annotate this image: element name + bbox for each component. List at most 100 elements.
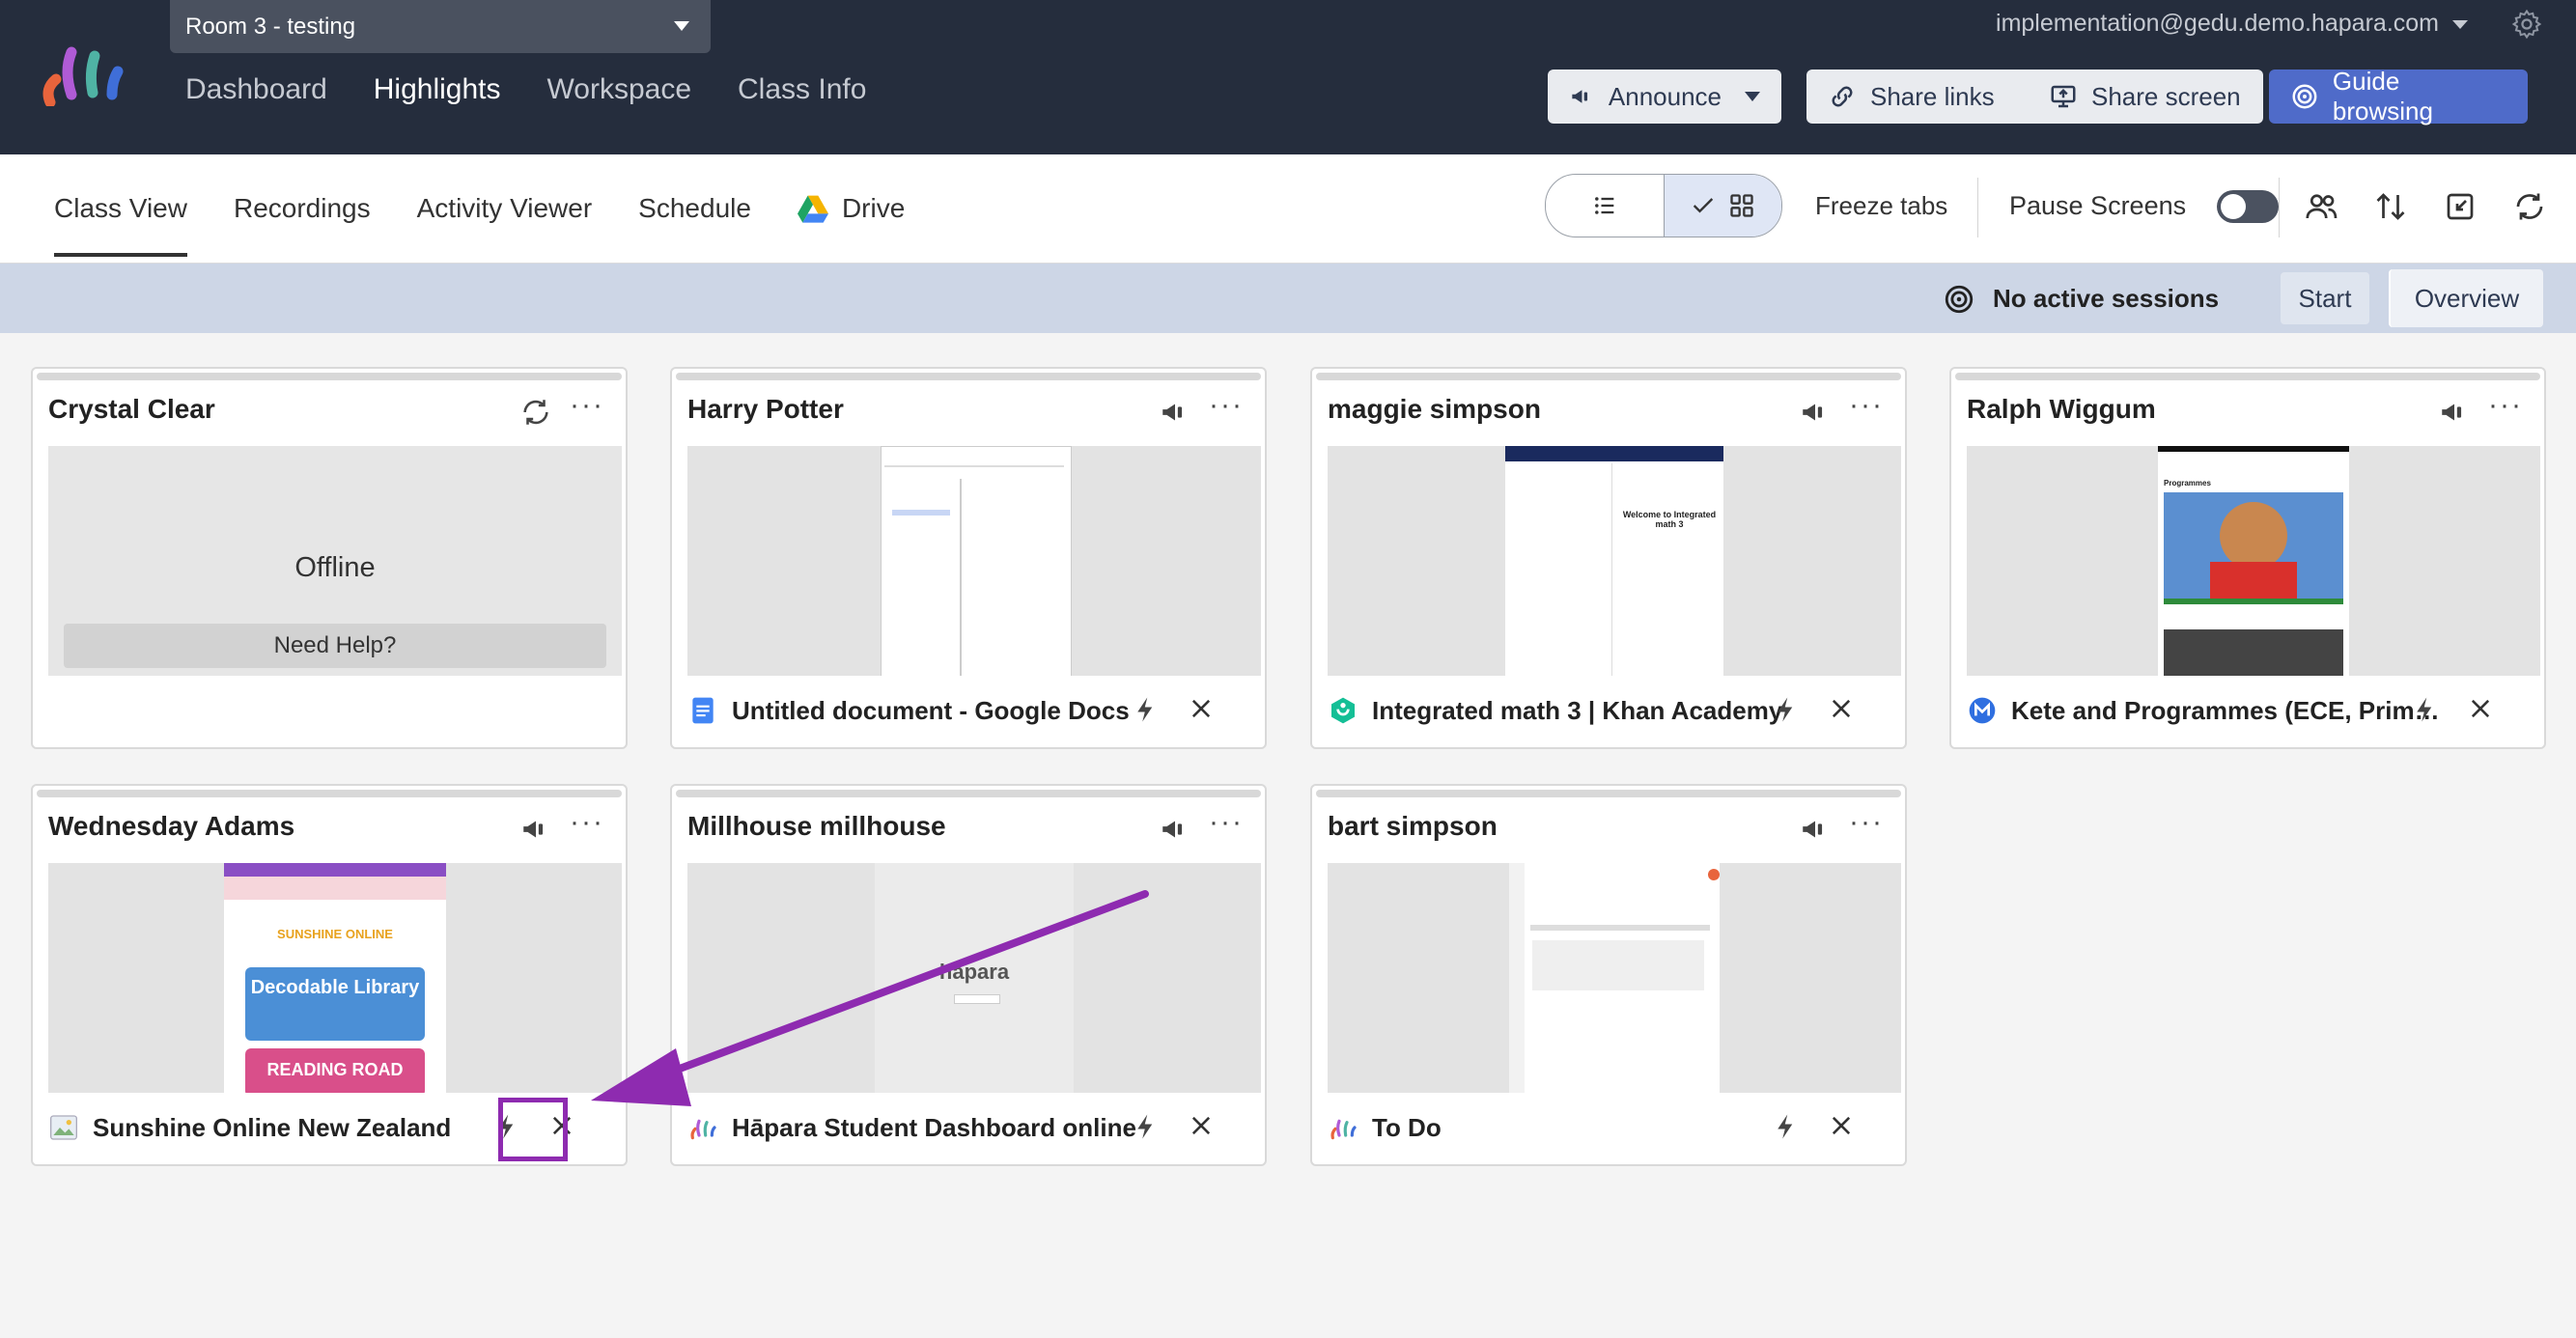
lightning-bolt-icon[interactable] [2411, 695, 2440, 724]
sessions-status: No active sessions [1945, 284, 2220, 314]
lightning-bolt-icon[interactable] [1772, 1112, 1801, 1141]
active-tab: Integrated math 3 | Khan Academy [1328, 691, 1890, 730]
more-options-icon[interactable]: ··· [1849, 391, 1884, 420]
announce-button[interactable]: Announce [1548, 70, 1781, 124]
megaphone-icon[interactable] [1799, 813, 1832, 846]
sessions-status-label: No active sessions [1993, 284, 2220, 313]
refresh-icon[interactable] [2512, 189, 2547, 224]
tab-recordings[interactable]: Recordings [234, 193, 371, 224]
tab-title: Kete and Programmes (ECE, Primary) [2011, 695, 2446, 725]
close-icon[interactable] [1188, 695, 1215, 722]
main-nav: Dashboard Highlights Workspace Class Inf… [185, 73, 866, 106]
need-help-button[interactable]: Need Help? [64, 624, 606, 668]
hapara-logo-icon[interactable] [42, 46, 129, 106]
class-selector[interactable]: Room 3 - testing [170, 0, 711, 53]
pause-screens-label: Pause Screens [2009, 191, 2187, 220]
screen-thumbnail[interactable]: Welcome to Integrated math 3 [1328, 446, 1901, 676]
top-navbar: Room 3 - testing Dashboard Highlights Wo… [0, 0, 2576, 154]
student-card[interactable]: maggie simpson ··· Welcome to Integrated… [1310, 367, 1907, 749]
megaphone-icon[interactable] [2438, 396, 2471, 429]
user-email-menu[interactable]: implementation@gedu.demo.hapara.com [1996, 10, 2439, 38]
active-tab: Untitled document - Google Docs [687, 691, 1249, 730]
screen-share-icon [2051, 85, 2076, 108]
nav-highlights[interactable]: Highlights [374, 73, 501, 106]
megaphone-icon[interactable] [519, 813, 552, 846]
divider [1977, 178, 1978, 237]
more-options-icon[interactable]: ··· [570, 808, 604, 837]
more-options-icon[interactable]: ··· [1849, 808, 1884, 837]
view-mode-toggle [1545, 174, 1782, 237]
pause-screens-toggle[interactable] [2217, 190, 2279, 223]
megaphone-icon[interactable] [1799, 396, 1832, 429]
students-icon[interactable] [2304, 189, 2338, 224]
refresh-icon[interactable] [519, 396, 552, 429]
share-screen-button[interactable]: Share screen [2028, 70, 2263, 124]
lightning-bolt-icon[interactable] [1132, 695, 1161, 724]
offline-panel: Offline Need Help? [48, 446, 622, 676]
class-tabs: Class View Recordings Activity Viewer Sc… [54, 193, 906, 257]
student-card[interactable]: Crystal Clear ··· Offline Need Help? [31, 367, 628, 749]
site-m-icon [1969, 697, 1996, 724]
student-name: Harry Potter [687, 394, 844, 424]
lightning-bolt-icon[interactable] [1132, 1112, 1161, 1141]
nav-class-info[interactable]: Class Info [738, 73, 866, 106]
announce-label: Announce [1608, 81, 1722, 111]
close-icon[interactable] [1188, 1112, 1215, 1139]
tab-class-view[interactable]: Class View [54, 193, 187, 257]
tab-drive[interactable]: Drive [797, 193, 906, 224]
grid-view-button[interactable] [1663, 175, 1781, 237]
megaphone-icon[interactable] [1159, 813, 1191, 846]
screen-thumbnail[interactable] [1328, 863, 1901, 1093]
check-icon [1694, 198, 1714, 213]
screen-thumbnail[interactable]: SUNSHINE ONLINE Decodable Library READIN… [48, 863, 622, 1093]
share-screen-label: Share screen [2091, 81, 2241, 111]
card-status-strip [676, 373, 1261, 380]
ralph-heading-text: Programmes [2164, 479, 2211, 488]
student-card[interactable]: Harry Potter ··· Untitled document - Goo… [670, 367, 1267, 749]
student-name: Millhouse millhouse [687, 811, 946, 841]
nav-dashboard[interactable]: Dashboard [185, 73, 327, 106]
screen-thumbnail[interactable] [687, 446, 1261, 676]
open-external-icon[interactable] [2443, 189, 2478, 224]
sort-icon[interactable] [2373, 189, 2408, 224]
card-status-strip [1316, 790, 1901, 797]
tab-schedule[interactable]: Schedule [638, 193, 751, 224]
share-links-button[interactable]: Share links [1806, 70, 2040, 124]
reading-road-tile: READING ROAD [245, 1048, 425, 1093]
student-card[interactable]: Millhouse millhouse ··· hāpara Hāpara St… [670, 784, 1267, 1166]
screen-thumbnail[interactable]: hāpara [687, 863, 1261, 1093]
more-options-icon[interactable]: ··· [1209, 808, 1244, 837]
tab-drive-label: Drive [841, 193, 906, 223]
chevron-down-icon [1745, 92, 1760, 101]
active-tab: To Do [1328, 1108, 1890, 1147]
decodable-library-tile: Decodable Library [245, 967, 425, 1041]
lightning-bolt-icon[interactable] [1772, 695, 1801, 724]
active-tab: Hāpara Student Dashboard online [687, 1108, 1249, 1147]
tab-title: Sunshine Online New Zealand [93, 1112, 452, 1142]
close-icon[interactable] [2467, 695, 2494, 722]
guide-browsing-label: Guide browsing [2332, 67, 2433, 125]
megaphone-icon[interactable] [1159, 396, 1191, 429]
card-status-strip [37, 373, 622, 380]
list-view-button[interactable] [1546, 175, 1664, 237]
close-icon[interactable] [1828, 695, 1855, 722]
more-options-icon[interactable]: ··· [1209, 391, 1244, 420]
more-options-icon[interactable]: ··· [570, 391, 604, 420]
tab-title: Integrated math 3 | Khan Academy [1372, 695, 1783, 725]
more-options-icon[interactable]: ··· [2488, 391, 2523, 420]
student-card[interactable]: bart simpson ··· To Do [1310, 784, 1907, 1166]
student-name: Ralph Wiggum [1967, 394, 2156, 424]
guide-browsing-button[interactable]: Guide browsing [2269, 67, 2528, 125]
freeze-tabs-button[interactable]: Freeze tabs [1815, 191, 1947, 221]
overview-button[interactable]: Overview [2389, 269, 2543, 327]
grid-icon [1730, 194, 1753, 217]
tab-activity-viewer[interactable]: Activity Viewer [417, 193, 593, 224]
link-icon [1832, 86, 1853, 107]
nav-workspace[interactable]: Workspace [547, 73, 692, 106]
chevron-down-icon[interactable] [2452, 20, 2468, 29]
screen-thumbnail[interactable]: Programmes [1967, 446, 2540, 676]
close-icon[interactable] [1828, 1112, 1855, 1139]
gear-icon[interactable] [2510, 8, 2543, 41]
student-card[interactable]: Ralph Wiggum ··· Programmes Kete and Pro… [1949, 367, 2546, 749]
start-session-button[interactable]: Start [2281, 272, 2369, 324]
